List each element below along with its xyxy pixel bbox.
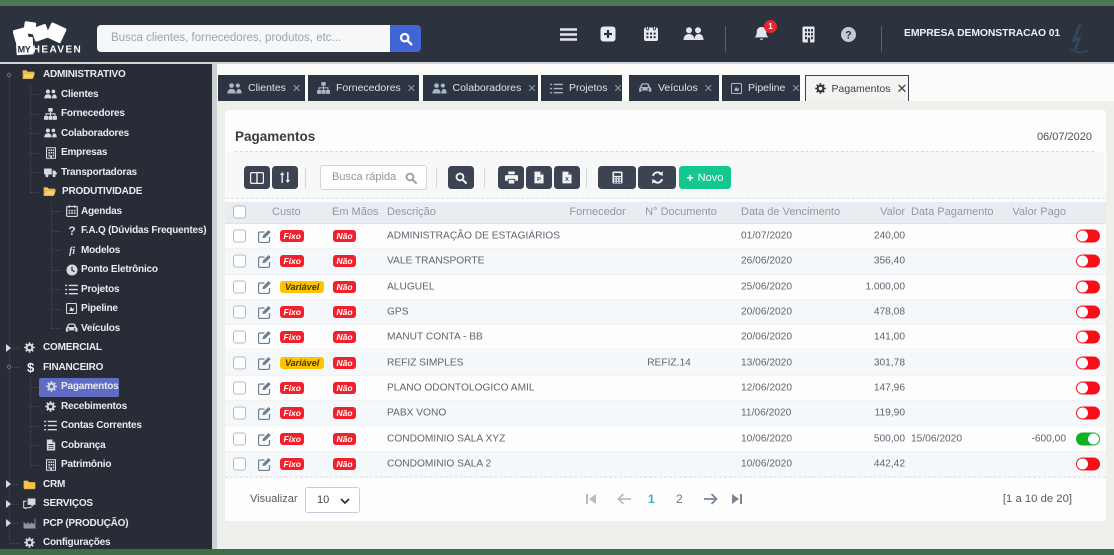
svg-text:?: ? bbox=[845, 29, 851, 41]
svg-text:HEAVEN: HEAVEN bbox=[33, 44, 82, 55]
svg-text:MY: MY bbox=[18, 45, 31, 55]
